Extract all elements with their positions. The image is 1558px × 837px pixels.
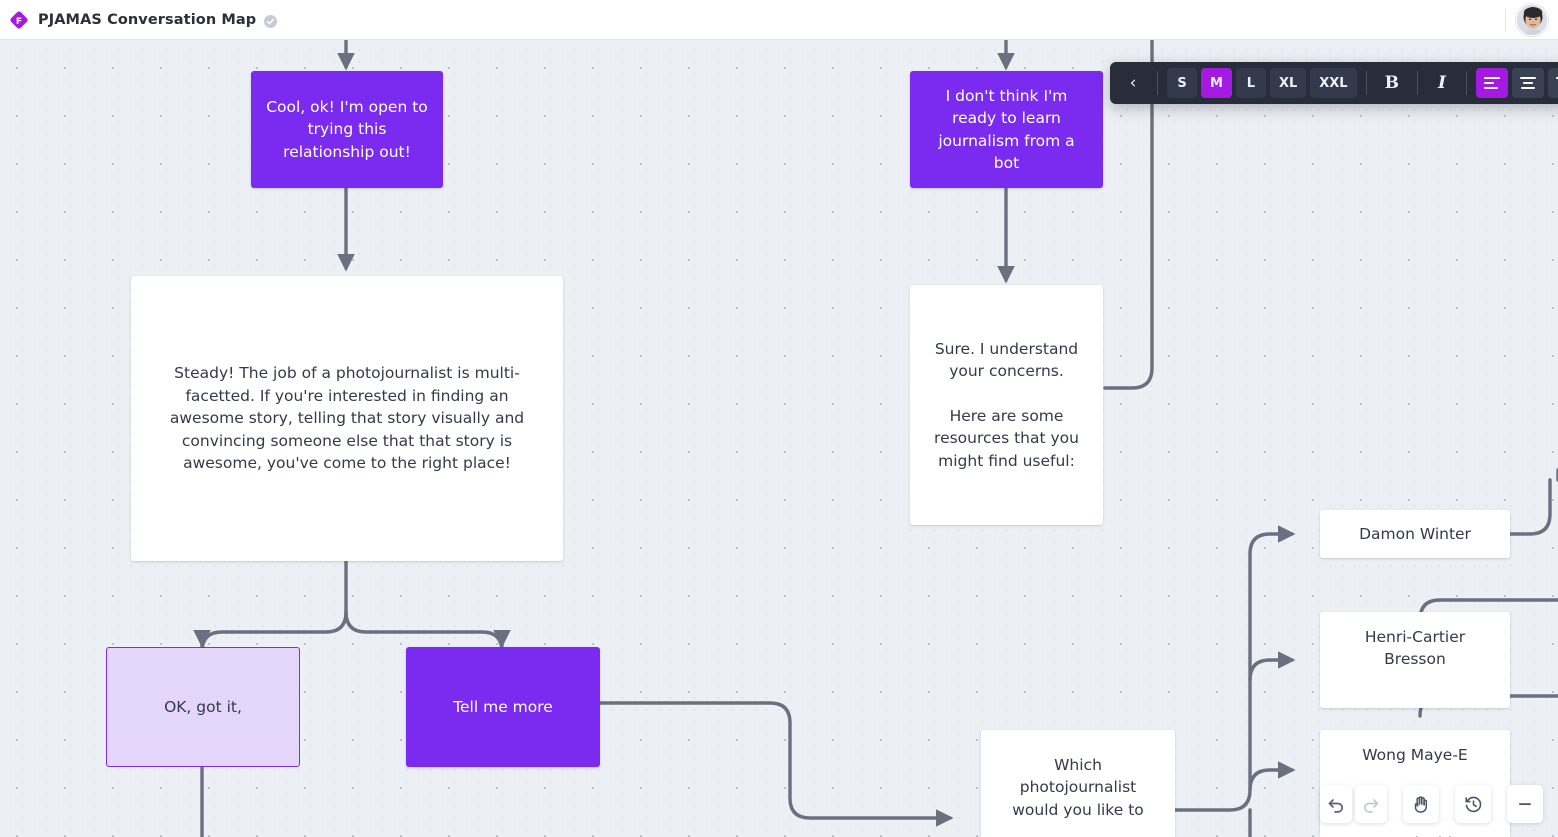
toolbar-divider xyxy=(1465,71,1467,95)
node-text: Henri-Cartier Bresson xyxy=(1364,628,1466,669)
font-size-group[interactable]: S M L XL XXL xyxy=(1167,68,1357,98)
node-not-ready[interactable]: I don't think I'm ready to learn journal… xyxy=(910,71,1103,188)
header-divider xyxy=(1505,8,1506,32)
node-text: OK, got it, xyxy=(164,697,242,716)
font-size-l[interactable]: L xyxy=(1235,68,1266,98)
font-size-m[interactable]: M xyxy=(1201,68,1232,98)
toolbar-divider xyxy=(1416,71,1418,95)
diamond-f-logo-icon: F xyxy=(9,10,29,30)
font-size-s[interactable]: S xyxy=(1167,68,1197,98)
node-which-photojournalist[interactable]: Which photojournalist would you like to xyxy=(981,730,1175,837)
text-format-toolbar[interactable]: ‹ S M L XL XXL B I xyxy=(1110,62,1558,104)
redo-icon[interactable] xyxy=(1355,785,1387,823)
page-title: PJAMAS Conversation Map xyxy=(38,11,257,28)
minus-zoom-out-icon[interactable] xyxy=(1507,785,1543,823)
node-text: Damon Winter xyxy=(1359,524,1471,543)
history-clock-icon[interactable] xyxy=(1455,785,1491,823)
node-text: Steady! The job of a photojournalist is … xyxy=(169,364,525,473)
font-size-xxl[interactable]: XXL xyxy=(1310,68,1357,98)
node-text: Sure. I understand your concerns. Here a… xyxy=(934,339,1079,470)
font-size-xl[interactable]: XL xyxy=(1269,68,1307,98)
canvas-bottom-toolbar[interactable] xyxy=(1320,782,1543,826)
app-header: F PJAMAS Conversation Map xyxy=(0,0,1558,40)
conversation-map-canvas[interactable]: Cool, ok! I'm open to trying this relati… xyxy=(0,40,1558,837)
align-right-icon[interactable] xyxy=(1547,68,1558,98)
bold-button[interactable]: B xyxy=(1376,68,1408,98)
node-steady[interactable]: Steady! The job of a photojournalist is … xyxy=(131,276,563,561)
toolbar-back-button[interactable]: ‹ xyxy=(1118,68,1148,98)
node-text: Ngo Xiaobin xyxy=(1334,832,1496,837)
avatar[interactable] xyxy=(1516,4,1548,36)
node-henri-cartier-bresson[interactable]: Henri-Cartier Bresson xyxy=(1320,612,1510,708)
node-damon-winter[interactable]: Damon Winter xyxy=(1320,510,1510,558)
undo-icon[interactable] xyxy=(1320,785,1352,823)
node-text: I don't think I'm ready to learn journal… xyxy=(938,86,1075,172)
hand-pan-icon[interactable] xyxy=(1403,785,1439,823)
italic-button[interactable]: I xyxy=(1427,68,1457,98)
node-cool-ok[interactable]: Cool, ok! I'm open to trying this relati… xyxy=(251,71,443,188)
text-align-group[interactable] xyxy=(1475,68,1558,98)
node-text: Which photojournalist would you like to xyxy=(1012,756,1144,819)
node-text: Tell me more xyxy=(453,697,553,716)
toolbar-divider xyxy=(1157,71,1158,95)
node-ok-got-it[interactable]: OK, got it, xyxy=(106,647,300,767)
node-tell-me-more[interactable]: Tell me more xyxy=(406,647,600,767)
node-text: Wong Maye-E xyxy=(1362,746,1468,764)
svg-text:F: F xyxy=(16,17,22,27)
node-sure-understand[interactable]: Sure. I understand your concerns. Here a… xyxy=(910,285,1103,525)
node-text: Cool, ok! I'm open to trying this relati… xyxy=(266,97,428,161)
align-left-icon[interactable] xyxy=(1475,68,1508,98)
toolbar-divider xyxy=(1365,71,1367,95)
align-center-icon[interactable] xyxy=(1511,68,1544,98)
verified-check-icon xyxy=(264,13,278,28)
